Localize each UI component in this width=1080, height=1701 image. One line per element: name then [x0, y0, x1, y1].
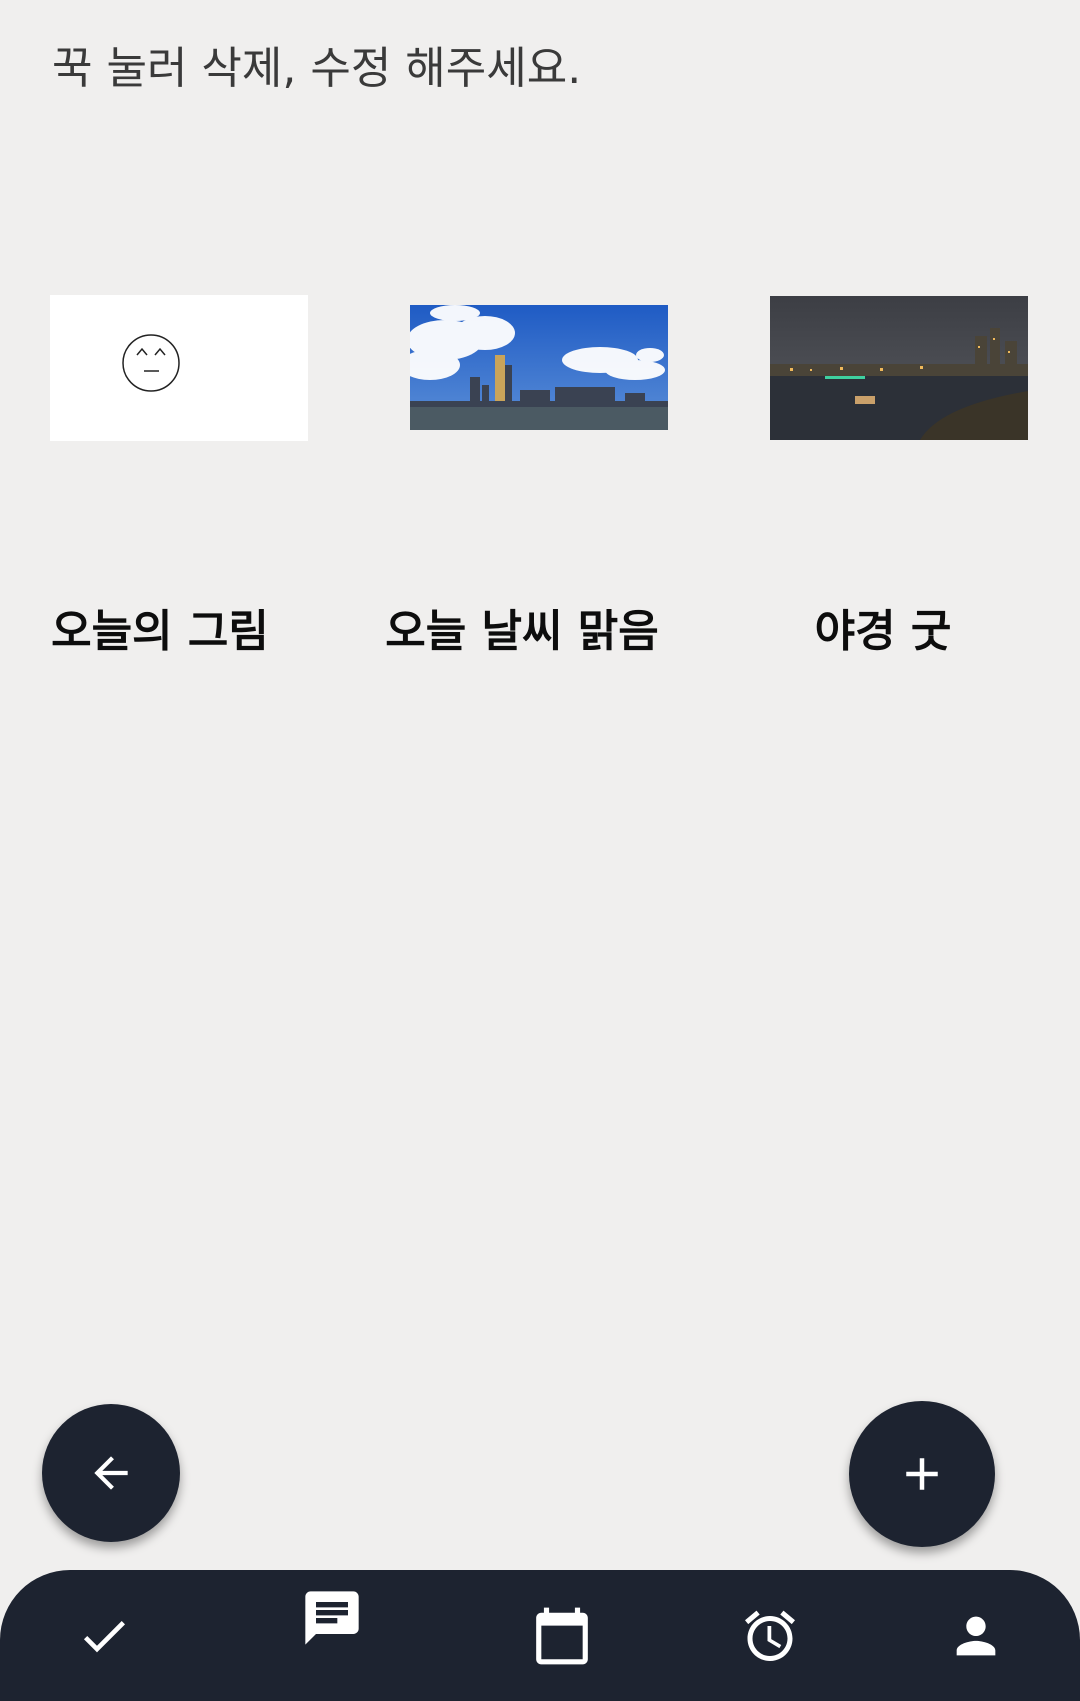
- instruction-text: 꾹 눌러 삭제, 수정 해주세요.: [52, 43, 582, 94]
- nav-item-check[interactable]: [54, 1570, 154, 1701]
- card-caption: 야경 굿: [814, 606, 952, 657]
- card-caption: 오늘 날씨 맑음: [385, 606, 659, 657]
- nav-item-alarm[interactable]: [720, 1570, 820, 1701]
- back-button[interactable]: [42, 1404, 180, 1542]
- calendar-icon: [536, 1607, 588, 1664]
- add-button[interactable]: [849, 1401, 995, 1547]
- nav-item-calendar[interactable]: [512, 1570, 612, 1701]
- night-photo: [770, 296, 1028, 440]
- nav-item-chat[interactable]: [282, 1552, 382, 1683]
- check-icon: [83, 1620, 125, 1652]
- card-image-drawing[interactable]: [50, 295, 308, 441]
- smiley-drawing: [50, 295, 308, 441]
- nav-item-profile[interactable]: [926, 1570, 1026, 1701]
- skyline-photo: [410, 305, 668, 430]
- plus-icon: [906, 1458, 938, 1490]
- alarm-icon: [745, 1610, 795, 1661]
- person-icon: [956, 1616, 996, 1655]
- bottom-navigation: [0, 1570, 1080, 1701]
- arrow-left-icon: [94, 1456, 128, 1490]
- card-image-night[interactable]: [770, 296, 1028, 440]
- chat-icon: [305, 1590, 359, 1645]
- card-image-skyline[interactable]: [410, 305, 668, 430]
- card-caption: 오늘의 그림: [51, 606, 269, 657]
